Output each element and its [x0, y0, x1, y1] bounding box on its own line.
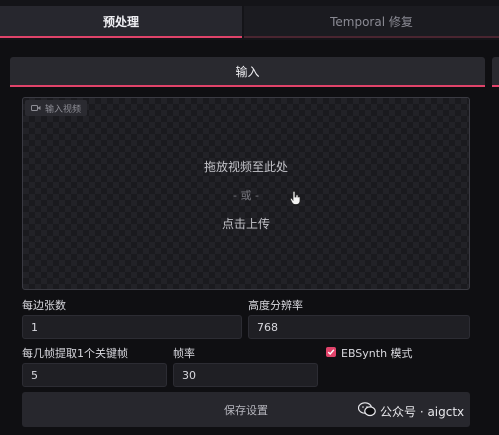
per-side-count-label: 每边张数 [22, 299, 66, 312]
keyframe-interval-input[interactable]: 5 [22, 363, 167, 387]
hand-cursor-icon [290, 190, 302, 209]
ebsynth-mode-checkbox[interactable] [326, 347, 336, 357]
ebsynth-mode-label[interactable]: EBSynth 模式 [341, 345, 413, 361]
video-input-label: 输入视频 [25, 100, 88, 116]
or-separator: - 或 - [233, 189, 259, 202]
fps-input[interactable]: 30 [173, 363, 318, 387]
keyframe-interval-label: 每几帧提取1个关键帧 [22, 347, 128, 360]
height-resolution-input[interactable]: 768 [248, 315, 470, 339]
per-side-count-input[interactable]: 1 [22, 315, 242, 339]
watermark-text: 公众号 · aigctx [380, 404, 465, 419]
video-dropzone[interactable]: 输入视频 拖放视频至此处 - 或 - 点击上传 [22, 97, 470, 290]
check-icon [327, 349, 335, 356]
tab-preprocess[interactable]: 预处理 [0, 6, 242, 38]
tab-bar: 预处理 Temporal 修复 [0, 0, 499, 40]
height-resolution-label: 高度分辨率 [248, 299, 303, 312]
wechat-icon [357, 402, 376, 420]
watermark: 公众号 · aigctx [357, 402, 465, 420]
video-icon [31, 104, 41, 112]
video-input-label-text: 输入视频 [45, 104, 82, 115]
fps-label: 帧率 [173, 347, 195, 360]
drop-video-text: 拖放视频至此处 [203, 160, 288, 174]
input-section-header[interactable]: 输入 [10, 57, 485, 87]
next-section-header-edge[interactable] [492, 57, 499, 87]
click-upload-link[interactable]: 点击上传 [23, 215, 469, 232]
tab-temporal-repair[interactable]: Temporal 修复 [244, 6, 499, 38]
